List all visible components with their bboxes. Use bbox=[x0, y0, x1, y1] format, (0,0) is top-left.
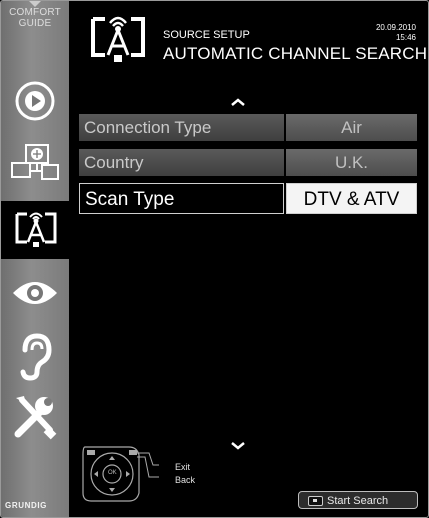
sidebar-item-network[interactable] bbox=[1, 135, 69, 191]
tools-icon bbox=[14, 396, 57, 440]
remote-navigation-icon bbox=[82, 446, 159, 502]
antenna-source-icon bbox=[15, 212, 57, 247]
menu-row-connection-type[interactable]: Connection Type Air bbox=[79, 114, 417, 141]
sidebar-item-sound[interactable] bbox=[1, 329, 69, 385]
date-text: 20.09.2010 bbox=[375, 23, 416, 32]
comfort-guide-label-line2: GUIDE bbox=[18, 18, 52, 29]
header-antenna-icon bbox=[91, 16, 145, 62]
sidebar-item-picture[interactable] bbox=[1, 265, 69, 321]
connection-type-label: Connection Type bbox=[79, 114, 284, 141]
play-icon bbox=[15, 81, 55, 121]
legend-back: Back bbox=[175, 475, 196, 485]
scan-type-label: Scan Type bbox=[79, 183, 284, 214]
sidebar-item-play[interactable] bbox=[1, 73, 69, 129]
connection-type-value[interactable]: Air bbox=[286, 114, 417, 141]
sidebar-item-settings[interactable] bbox=[1, 389, 69, 445]
comfort-guide-label-line1: COMFORT bbox=[9, 7, 61, 18]
legend-exit: Exit bbox=[175, 462, 191, 472]
scroll-down-icon[interactable] bbox=[230, 441, 246, 451]
remote-ok-label: OK bbox=[108, 470, 117, 476]
country-value[interactable]: U.K. bbox=[286, 149, 417, 176]
arrow-down-icon bbox=[29, 1, 41, 7]
red-key-icon bbox=[308, 496, 323, 506]
tv-menu-frame: COMFORT GUIDE GRUNDIG SOURCE SETUP AUTOM… bbox=[0, 0, 429, 518]
scroll-up-icon[interactable] bbox=[230, 97, 246, 107]
page-title: AUTOMATIC CHANNEL SEARCH bbox=[163, 44, 428, 63]
ear-icon bbox=[20, 333, 52, 381]
date-time: 20.09.2010 15:46 bbox=[376, 23, 416, 43]
sidebar: COMFORT GUIDE GRUNDIG bbox=[1, 1, 71, 517]
scan-type-value[interactable]: DTV & ATV bbox=[286, 183, 417, 214]
sidebar-item-source-setup[interactable] bbox=[1, 201, 71, 259]
time-text: 15:46 bbox=[395, 33, 416, 42]
start-search-button[interactable]: Start Search bbox=[298, 491, 418, 509]
country-label: Country bbox=[79, 149, 284, 176]
globe-network-icon bbox=[11, 144, 59, 180]
menu-row-country[interactable]: Country U.K. bbox=[79, 149, 417, 176]
start-search-label: Start Search bbox=[327, 495, 389, 507]
brand-logo: GRUNDIG bbox=[5, 501, 47, 510]
header-subtitle: SOURCE SETUP bbox=[163, 29, 250, 41]
eye-icon bbox=[13, 282, 57, 304]
comfort-guide-button[interactable]: COMFORT GUIDE bbox=[1, 1, 69, 29]
menu-row-scan-type[interactable]: Scan Type DTV & ATV bbox=[79, 183, 417, 214]
